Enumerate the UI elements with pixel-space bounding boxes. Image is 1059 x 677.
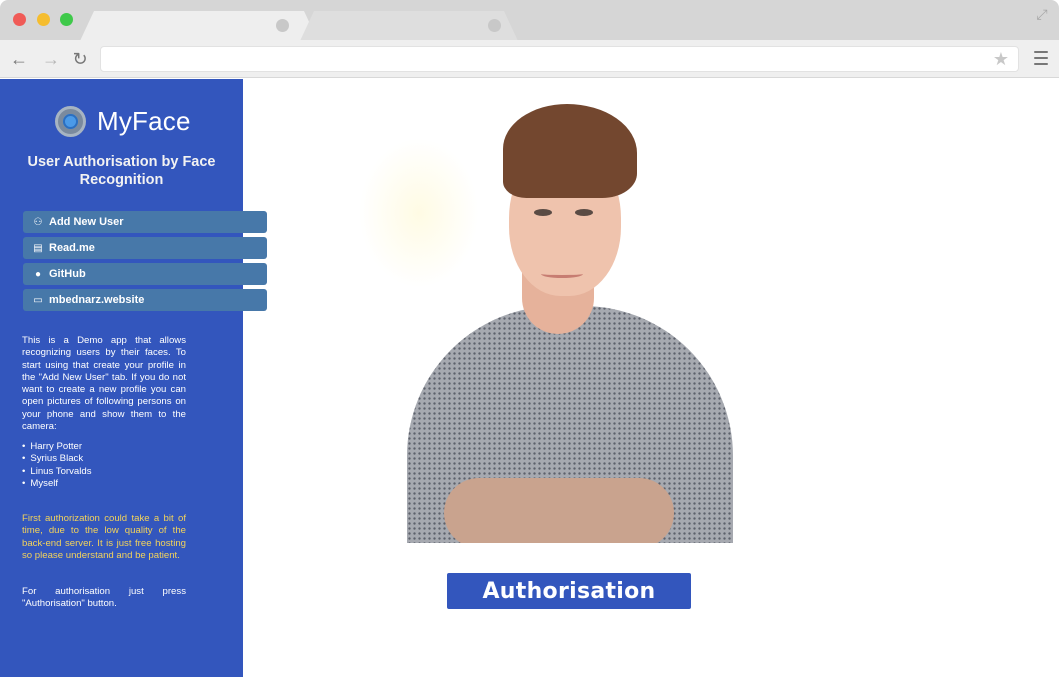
- server-warning: First authorization could take a bit of …: [22, 513, 186, 561]
- list-item: Myself: [22, 478, 186, 490]
- authorisation-hint: For authorisation just press "Authorisat…: [22, 586, 186, 610]
- add-user-icon: ⚇: [33, 216, 43, 228]
- minimize-window-button[interactable]: [37, 13, 50, 26]
- add-new-user-button[interactable]: ⚇ Add New User: [23, 211, 267, 233]
- app-subtitle: User Authorisation by Face Recognition: [27, 154, 216, 188]
- browser-toolbar: ← → ↻ ★: [0, 40, 1059, 78]
- github-icon: ●: [34, 268, 42, 280]
- crossed-arms: [444, 478, 674, 543]
- hamburger-menu-icon[interactable]: [1034, 51, 1048, 65]
- back-arrow-icon[interactable]: ←: [9, 49, 29, 69]
- readme-button[interactable]: ▤ Read.me: [23, 237, 267, 259]
- tab-close-icon[interactable]: [488, 19, 501, 32]
- document-icon: ▤: [33, 242, 43, 254]
- list-item: Linus Torvalds: [22, 466, 186, 478]
- maximize-window-button[interactable]: [60, 13, 73, 26]
- close-window-button[interactable]: [13, 13, 26, 26]
- forward-arrow-icon[interactable]: →: [41, 49, 61, 69]
- add-new-user-label: Add New User: [49, 216, 124, 228]
- website-button[interactable]: ▭ mbednarz.website: [23, 289, 267, 311]
- user-portrait-photo: [349, 98, 733, 543]
- list-item: Syrius Black: [22, 453, 186, 465]
- app-description: This is a Demo app that allows recognizi…: [22, 335, 186, 433]
- demo-persons-list: Harry Potter Syrius Black Linus Torvalds…: [22, 441, 186, 490]
- browser-tab-active[interactable]: [80, 11, 318, 41]
- reload-icon[interactable]: ↻: [70, 49, 90, 69]
- brand: MyFace: [55, 105, 191, 137]
- camera-lens-icon: [55, 105, 86, 137]
- tab-close-icon[interactable]: [276, 19, 289, 32]
- authorisation-button[interactable]: Authorisation: [447, 573, 691, 609]
- browser-tab-inactive[interactable]: [300, 11, 518, 41]
- sidebar: MyFace User Authorisation by Face Recogn…: [0, 79, 267, 677]
- browser-window-icon: ▭: [33, 294, 43, 306]
- github-label: GitHub: [49, 268, 86, 280]
- list-item: Harry Potter: [22, 441, 186, 453]
- github-button[interactable]: ● GitHub: [23, 263, 267, 285]
- brand-name: MyFace: [97, 105, 191, 136]
- expand-icon[interactable]: ⤢: [1034, 6, 1050, 22]
- address-bar[interactable]: ★: [100, 46, 1019, 72]
- browser-tab-strip: ⤢: [0, 0, 1059, 40]
- website-label: mbednarz.website: [49, 294, 145, 306]
- readme-label: Read.me: [49, 242, 95, 254]
- hair: [503, 104, 637, 198]
- star-icon[interactable]: ★: [993, 49, 1009, 69]
